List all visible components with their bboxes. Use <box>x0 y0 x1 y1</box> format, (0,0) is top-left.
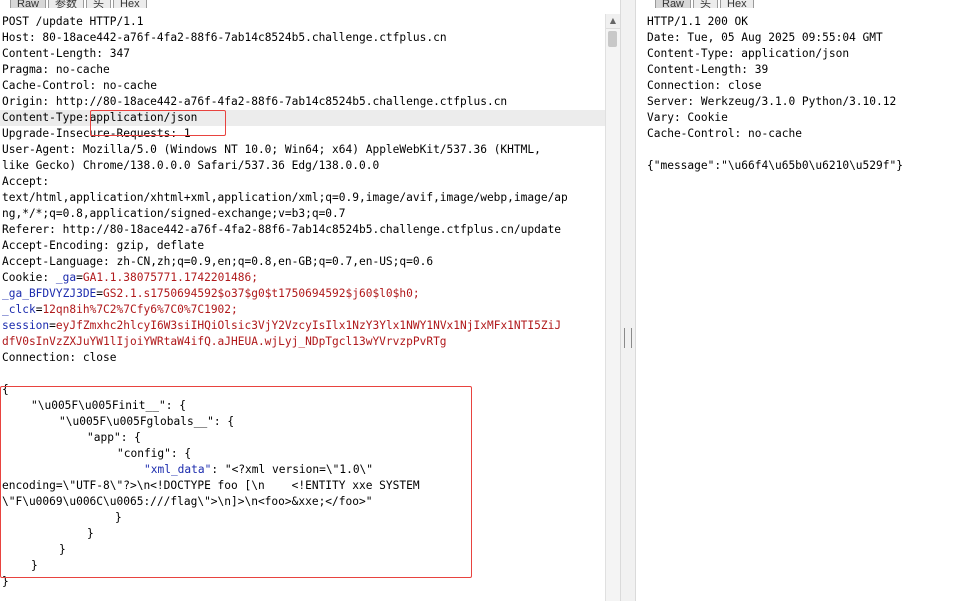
header-referer: Referer: http://80-18ace442-a76f-4fa2-88… <box>2 223 562 236</box>
request-scrollbar[interactable]: ▲ <box>605 14 620 601</box>
cookie-ga-bfdvyzj3de: _ga_BFDVYZJ3DE=GS2.1.s1750694592$o37$g0$… <box>2 287 420 300</box>
header-origin: Origin: http://80-18ace442-a76f-4fa2-88f… <box>2 95 508 108</box>
request-tab-bar: Raw 参数头 Hex <box>10 0 149 8</box>
header-cookie: Cookie: _ga=GA1.1.38075771.1742201486; <box>2 271 258 284</box>
content-type-highlight-box <box>90 110 226 136</box>
pane-splitter[interactable] <box>620 0 636 601</box>
cookie-session: session=eyJfZmxhc2hlcyI6W3siIHQiOlsic3Vj… <box>2 319 562 332</box>
response-viewer[interactable]: HTTP/1.1 200 OK Date: Tue, 05 Aug 2025 0… <box>645 14 964 601</box>
response-header-content-type: Content-Type: application/json <box>647 47 850 60</box>
request-editor[interactable]: POST /update HTTP/1.1 Host: 80-18ace442-… <box>0 14 605 601</box>
header-accept-value-cont: ng,*/*;q=0.8,application/signed-exchange… <box>2 207 346 220</box>
response-header-connection: Connection: close <box>647 79 762 92</box>
request-tab-raw[interactable]: Raw <box>10 0 47 8</box>
response-tab-raw[interactable]: Raw <box>655 0 692 8</box>
header-host: Host: 80-18ace442-a76f-4fa2-88f6-7ab14c8… <box>2 31 447 44</box>
request-tab-hex[interactable]: Hex <box>113 0 147 8</box>
header-accept-language: Accept-Language: zh-CN,zh;q=0.9,en;q=0.8… <box>2 255 434 268</box>
header-accept: Accept: <box>2 175 50 188</box>
response-header-cache-control: Cache-Control: no-cache <box>647 127 802 140</box>
response-header-date: Date: Tue, 05 Aug 2025 09:55:04 GMT <box>647 31 883 44</box>
header-accept-encoding: Accept-Encoding: gzip, deflate <box>2 239 205 252</box>
response-tab-hex[interactable]: Hex <box>720 0 754 8</box>
cookie-clck: _clck=12qn8ih%7C2%7Cfy6%7C0%7C1902; <box>2 303 238 316</box>
json-body-highlight-box <box>0 386 472 578</box>
header-connection: Connection: close <box>2 351 117 364</box>
response-status-line: HTTP/1.1 200 OK <box>647 15 749 28</box>
header-content-length: Content-Length: 347 <box>2 47 130 60</box>
header-cache-control: Cache-Control: no-cache <box>2 79 157 92</box>
response-header-server: Server: Werkzeug/3.1.0 Python/3.10.12 <box>647 95 897 108</box>
cookie-session-cont: dfV0sInVzZXJuYW1lIjoiYWRtaW4ifQ.aJHEUA.w… <box>2 335 447 348</box>
response-header-vary: Vary: Cookie <box>647 111 728 124</box>
request-scrollbar-thumb[interactable] <box>608 31 617 47</box>
header-pragma: Pragma: no-cache <box>2 63 110 76</box>
header-accept-value: text/html,application/xhtml+xml,applicat… <box>2 191 568 204</box>
request-line: POST /update HTTP/1.1 <box>2 15 144 28</box>
request-tab-params[interactable]: 参数 <box>48 0 85 8</box>
request-tab-headers[interactable]: 头 <box>86 0 112 8</box>
response-tab-bar: Raw 头 Hex <box>655 0 756 8</box>
response-body: {"message":"\u66f4\u65b0\u6210\u529f"} <box>647 159 903 172</box>
splitter-grip-icon[interactable] <box>624 328 632 348</box>
response-header-content-length: Content-Length: 39 <box>647 63 769 76</box>
response-tab-headers[interactable]: 头 <box>693 0 719 8</box>
scroll-up-arrow-icon[interactable]: ▲ <box>606 14 620 29</box>
header-user-agent-cont: like Gecko) Chrome/138.0.0.0 Safari/537.… <box>2 159 380 172</box>
header-user-agent: User-Agent: Mozilla/5.0 (Windows NT 10.0… <box>2 143 541 156</box>
